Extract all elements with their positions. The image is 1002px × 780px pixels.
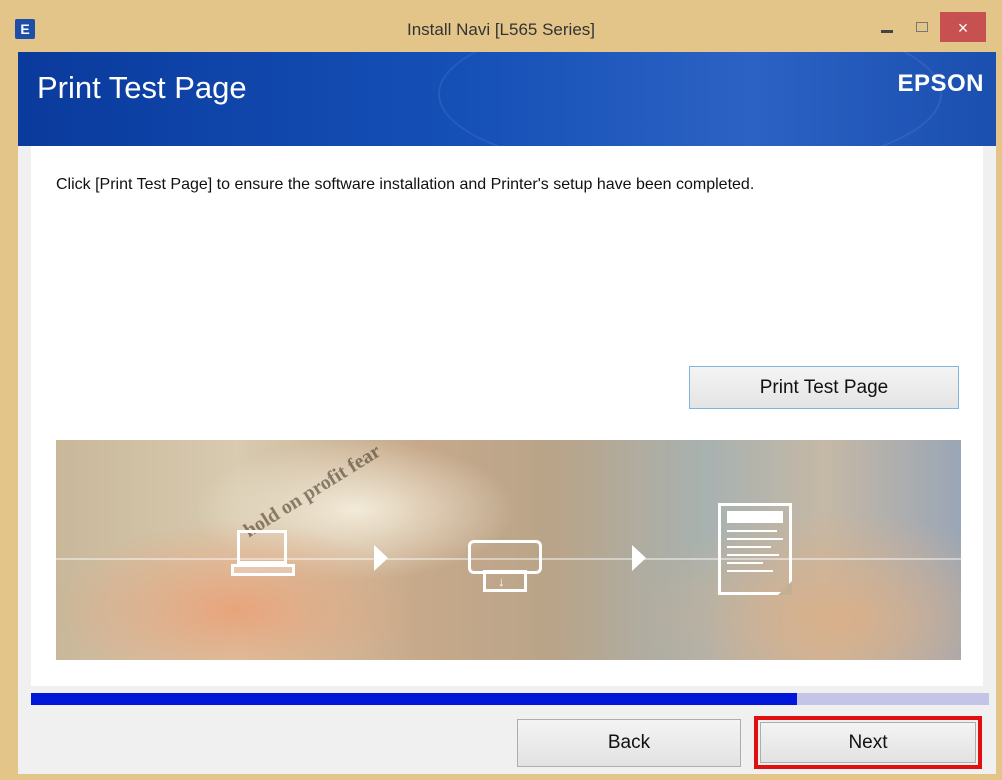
minimize-button[interactable] bbox=[874, 12, 900, 42]
installation-progress-bar bbox=[31, 693, 989, 705]
back-button[interactable]: Back bbox=[517, 719, 741, 767]
installer-window: E Install Navi [L565 Series] × Print Tes… bbox=[0, 0, 1002, 780]
minimize-icon bbox=[881, 30, 893, 33]
printer-icon: ↓ bbox=[466, 540, 546, 596]
print-test-page-button[interactable]: Print Test Page bbox=[689, 366, 959, 409]
page-title: Print Test Page bbox=[37, 70, 247, 105]
arrow-right-icon bbox=[632, 545, 646, 571]
header-decoration bbox=[438, 52, 942, 146]
arrow-right-icon bbox=[374, 545, 388, 571]
close-button[interactable]: × bbox=[940, 12, 986, 42]
laptop-icon bbox=[231, 530, 295, 578]
instruction-text: Click [Print Test Page] to ensure the so… bbox=[56, 176, 755, 193]
next-button[interactable]: Next bbox=[760, 722, 976, 763]
progress-fill bbox=[31, 693, 798, 705]
installer-client-area: Print Test Page EPSON Click [Print Test … bbox=[18, 52, 996, 774]
next-button-highlight: Next bbox=[754, 716, 982, 769]
maximize-button[interactable] bbox=[908, 12, 934, 42]
page-header: Print Test Page EPSON bbox=[18, 52, 996, 146]
setup-flow-banner: hold on profit fear ↓ bbox=[56, 440, 961, 660]
newspaper-background-text: hold on profit fear bbox=[239, 440, 385, 542]
close-icon: × bbox=[957, 18, 969, 38]
maximize-icon bbox=[916, 22, 928, 32]
title-bar[interactable]: E Install Navi [L565 Series] × bbox=[0, 0, 1002, 52]
epson-logo: EPSON bbox=[897, 70, 984, 97]
window-title: Install Navi [L565 Series] bbox=[406, 20, 596, 39]
printed-page-icon bbox=[718, 503, 792, 595]
tray-arrow-icon: ↓ bbox=[498, 574, 505, 589]
content-panel: Click [Print Test Page] to ensure the so… bbox=[31, 146, 983, 686]
